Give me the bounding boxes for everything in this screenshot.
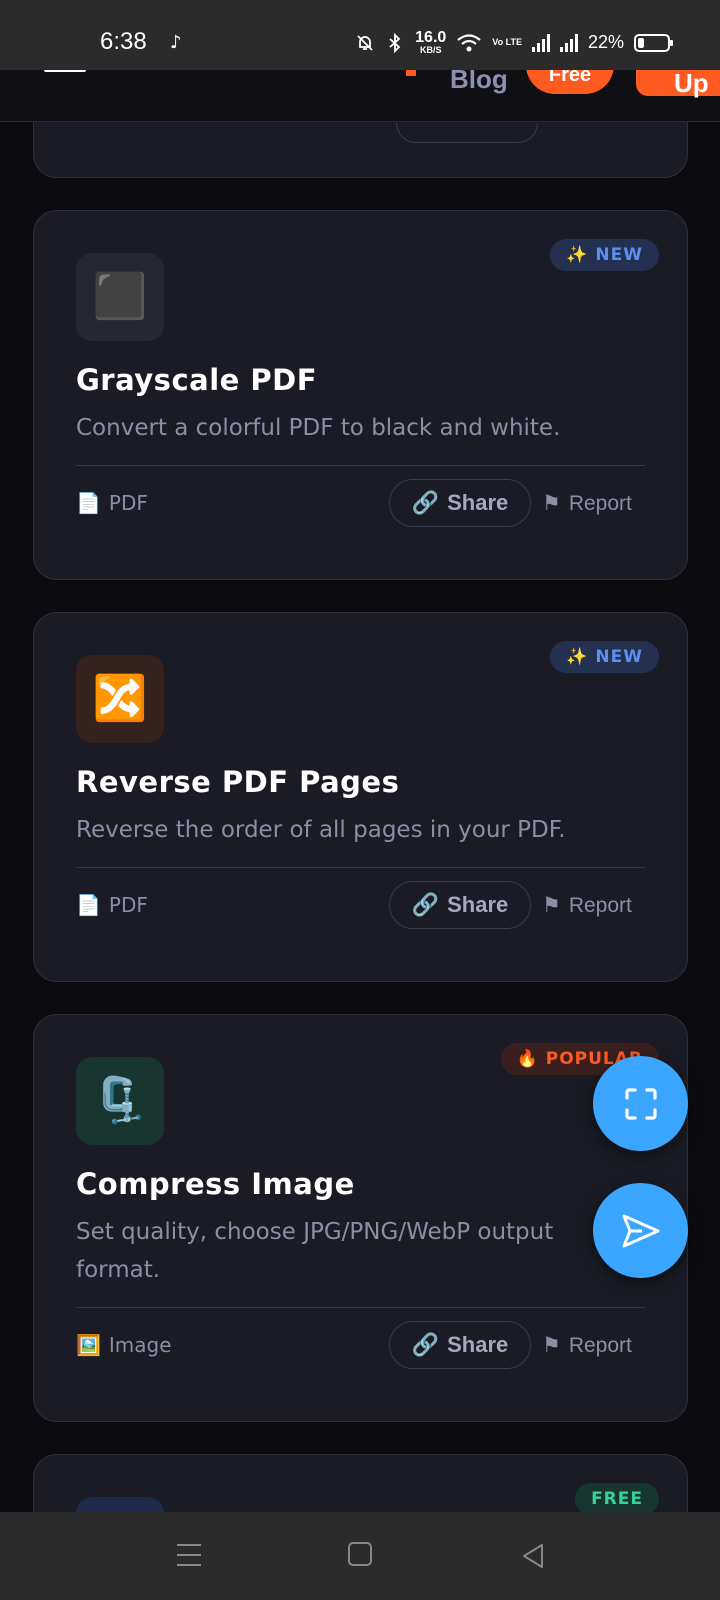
link-icon: 🔗 <box>411 892 440 917</box>
signal-icon-1 <box>531 33 550 52</box>
menu-icon[interactable] <box>44 70 86 72</box>
shuffle-icon: 🔀 <box>76 655 164 743</box>
tool-title[interactable]: Compress Image <box>76 1167 355 1201</box>
share-label: Share <box>447 490 509 515</box>
blog-link[interactable]: Blog <box>450 70 508 95</box>
share-button[interactable]: 🔗 Share <box>389 479 531 527</box>
volte-indicator: Vo LTE <box>492 37 522 47</box>
divider <box>76 1307 645 1308</box>
share-button[interactable]: 🔗 Share <box>389 1321 531 1369</box>
wifi-icon <box>457 33 481 51</box>
status-icons: 16.0 KB/S Vo LTE 22% <box>355 29 673 55</box>
flag-icon: ⚑ <box>542 894 561 917</box>
mute-bell-icon <box>357 34 373 51</box>
logo-mark <box>406 70 416 76</box>
back-button[interactable] <box>520 1542 550 1570</box>
grayscale-icon: ⬛ <box>76 253 164 341</box>
signup-button[interactable]: Up <box>636 70 720 98</box>
status-bar: 6:38 ♪ 16.0 KB/S Vo LTE 22% <box>0 0 720 70</box>
send-fab[interactable] <box>593 1183 688 1278</box>
report-button[interactable]: ⚑ Report <box>542 1333 632 1358</box>
divider <box>76 867 645 868</box>
category-label: 📄 PDF <box>76 491 148 515</box>
home-button[interactable] <box>348 1542 372 1566</box>
send-icon <box>622 1214 659 1247</box>
share-button[interactable] <box>396 123 538 143</box>
category-label: 🖼️ Image <box>76 1333 172 1357</box>
category-label: 📄 PDF <box>76 893 148 917</box>
bluetooth-icon <box>389 32 401 53</box>
link-icon: 🔗 <box>411 1332 440 1357</box>
share-label: Share <box>447 1332 509 1357</box>
link-icon: 🔗 <box>411 490 440 515</box>
tool-description: Set quality, choose JPG/PNG/WebP output … <box>76 1219 554 1283</box>
battery-percent: 22% <box>587 32 624 52</box>
clamp-icon: 🗜️ <box>76 1057 164 1145</box>
battery-icon <box>634 33 673 52</box>
free-button[interactable]: Free <box>526 70 614 94</box>
report-label: Report <box>568 491 632 515</box>
back-icon <box>523 1544 543 1568</box>
new-badge: ✨ NEW <box>550 641 659 673</box>
tool-card[interactable]: ✨ NEW 🔀 Reverse PDF Pages Reverse the or… <box>33 612 688 982</box>
document-icon: 📄 <box>76 491 101 515</box>
tool-description: Convert a colorful PDF to black and whit… <box>76 415 561 441</box>
signal-icon-2 <box>559 33 578 52</box>
scan-frame-icon <box>624 1087 657 1120</box>
category-text: PDF <box>108 491 148 515</box>
report-button[interactable]: ⚑ Report <box>542 491 632 516</box>
status-time: 6:38 <box>100 28 147 55</box>
document-icon: 📄 <box>76 893 101 917</box>
system-nav-bar <box>0 1512 720 1600</box>
divider <box>76 465 645 466</box>
site-header: Blog Free Up <box>0 70 720 122</box>
report-label: Report <box>568 893 632 917</box>
share-button[interactable]: 🔗 Share <box>389 881 531 929</box>
report-label: Report <box>568 1333 632 1357</box>
recent-apps-button[interactable] <box>175 1542 205 1570</box>
flag-icon: ⚑ <box>542 492 561 515</box>
free-badge: FREE <box>575 1483 659 1515</box>
screenshot-fab[interactable] <box>593 1056 688 1151</box>
share-label: Share <box>447 892 509 917</box>
tool-title[interactable]: Grayscale PDF <box>76 363 317 397</box>
flag-icon: ⚑ <box>542 1334 561 1357</box>
new-badge: ✨ NEW <box>550 239 659 271</box>
category-text: Image <box>108 1333 172 1357</box>
tool-card[interactable]: 🔥 POPULAR 🗜️ Compress Image Set quality,… <box>33 1014 688 1422</box>
tool-description: Reverse the order of all pages in your P… <box>76 817 566 843</box>
tiktok-icon: ♪ <box>170 32 182 53</box>
network-speed: 16.0 KB/S <box>415 29 447 55</box>
image-icon: 🖼️ <box>76 1333 101 1357</box>
tool-title[interactable]: Reverse PDF Pages <box>76 765 399 799</box>
report-button[interactable]: ⚑ Report <box>542 893 632 918</box>
tool-card[interactable]: ✨ NEW ⬛ Grayscale PDF Convert a colorful… <box>33 210 688 580</box>
category-text: PDF <box>108 893 148 917</box>
